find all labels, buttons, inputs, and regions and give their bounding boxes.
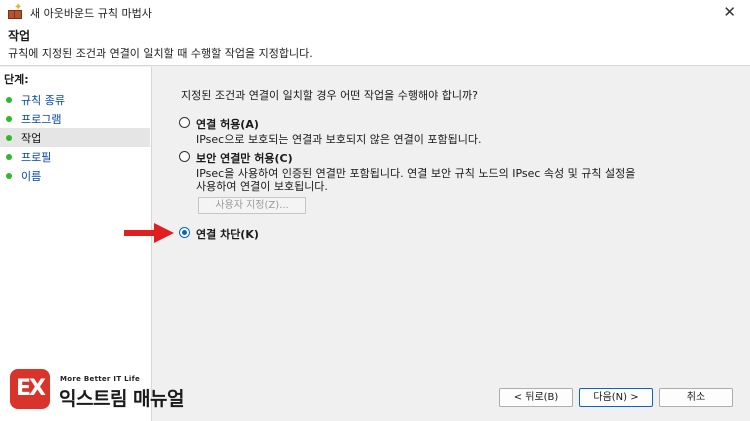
allow-secure-radio[interactable] bbox=[179, 151, 190, 162]
sidebar-item-rule-type[interactable]: 규칙 종류 bbox=[0, 90, 150, 109]
red-arrow-icon bbox=[124, 223, 174, 243]
sidebar-item-label: 프로필 bbox=[21, 150, 52, 164]
sidebar-item-label: 작업 bbox=[21, 131, 42, 145]
step-done-icon bbox=[6, 96, 12, 103]
allow-radio[interactable] bbox=[179, 117, 190, 128]
step-pending-icon bbox=[6, 172, 12, 179]
allow-label: 연결 허용(A) bbox=[196, 118, 259, 131]
block-label: 연결 차단(K) bbox=[196, 228, 259, 241]
brand-name: 익스트림 매뉴얼 bbox=[59, 388, 184, 410]
option-allow[interactable]: 연결 허용(A) IPsec으로 보호되는 연결과 보호되지 않은 연결이 포함… bbox=[179, 116, 481, 146]
next-button[interactable]: 다음(N) > bbox=[579, 388, 653, 407]
sidebar-item-name[interactable]: 이름 bbox=[0, 166, 150, 185]
page-title: 작업 bbox=[8, 29, 31, 43]
step-done-icon bbox=[6, 115, 12, 122]
step-current-icon bbox=[6, 134, 12, 141]
main-panel: 지정된 조건과 연결이 일치할 경우 어떤 작업을 수행해야 합니까? 연결 허… bbox=[153, 67, 750, 421]
option-allow-secure[interactable]: 보안 연결만 허용(C) IPsec을 사용하여 인증된 연결만 포함됩니다. … bbox=[179, 150, 635, 193]
sidebar-item-profile[interactable]: 프로필 bbox=[0, 147, 150, 166]
wizard-header: 작업 규칙에 지정된 조건과 연결이 일치할 때 수행할 작업을 지정합니다. bbox=[0, 26, 750, 66]
step-pending-icon bbox=[6, 153, 12, 160]
firewall-icon: ✦ bbox=[8, 3, 22, 20]
brand-logo: EX bbox=[10, 369, 50, 409]
sidebar-item-label: 이름 bbox=[21, 169, 42, 183]
close-icon[interactable]: ✕ bbox=[723, 4, 736, 20]
cancel-button[interactable]: 취소 bbox=[659, 388, 733, 407]
brand-watermark: EX More Better IT Life 익스트림 매뉴얼 bbox=[10, 367, 210, 411]
allow-description: IPsec으로 보호되는 연결과 보호되지 않은 연결이 포함됩니다. bbox=[196, 133, 482, 146]
sidebar-item-action[interactable]: 작업 bbox=[0, 128, 150, 147]
page-description: 규칙에 지정된 조건과 연결이 일치할 때 수행할 작업을 지정합니다. bbox=[8, 47, 313, 60]
window-title: 새 아웃바운드 규칙 마법사 bbox=[30, 7, 152, 20]
brand-tagline: More Better IT Life bbox=[60, 375, 140, 383]
customize-button: 사용자 지정(Z)... bbox=[198, 197, 306, 214]
steps-label: 단계: bbox=[4, 73, 29, 86]
option-block[interactable]: 연결 차단(K) bbox=[179, 226, 259, 242]
block-radio[interactable] bbox=[179, 227, 190, 238]
sidebar-item-program[interactable]: 프로그램 bbox=[0, 109, 150, 128]
allow-secure-label: 보안 연결만 허용(C) bbox=[196, 152, 293, 165]
back-button[interactable]: < 뒤로(B) bbox=[499, 388, 573, 407]
sidebar-item-label: 규칙 종류 bbox=[21, 93, 65, 107]
allow-secure-description-line-2: 사용하여 연결이 보호됩니다. bbox=[196, 180, 328, 193]
allow-secure-description-line-1: IPsec을 사용하여 인증된 연결만 포함됩니다. 연결 보안 규칙 노드의 … bbox=[196, 167, 636, 180]
title-bar: ✦ 새 아웃바운드 규칙 마법사 ✕ bbox=[0, 0, 750, 26]
action-question: 지정된 조건과 연결이 일치할 경우 어떤 작업을 수행해야 합니까? bbox=[181, 89, 478, 102]
sidebar-item-label: 프로그램 bbox=[21, 112, 62, 126]
